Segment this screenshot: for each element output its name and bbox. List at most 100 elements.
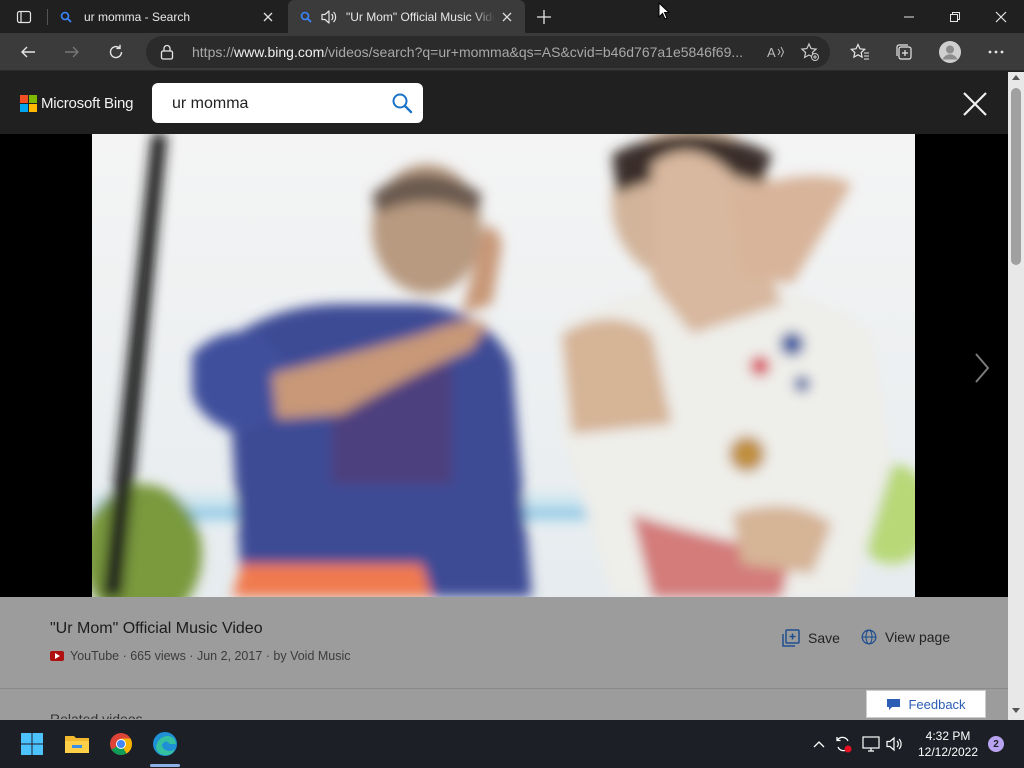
tab-close-icon[interactable] <box>256 5 280 29</box>
bing-header: Microsoft Bing ur momma <box>0 72 1008 134</box>
logo-square <box>29 104 37 112</box>
feedback-button[interactable]: Feedback <box>866 690 986 718</box>
video-channel: by Void Music <box>273 649 351 663</box>
notification-badge[interactable]: 2 <box>988 736 1004 752</box>
mouse-cursor-icon <box>658 2 670 20</box>
tab-title: "Ur Mom" Official Music Video <box>346 9 495 24</box>
tab-close-icon[interactable] <box>495 5 519 29</box>
clock-time: 4:32 PM <box>925 729 971 743</box>
scroll-up-arrow-icon[interactable] <box>1012 75 1020 80</box>
active-app-indicator <box>150 764 180 767</box>
edge-button[interactable] <box>149 728 181 760</box>
svg-text:A: A <box>767 45 776 60</box>
new-tab-button[interactable] <box>528 0 560 33</box>
display-network-button[interactable] <box>861 734 881 754</box>
tab-music-video[interactable]: "Ur Mom" Official Music Video <box>288 0 525 33</box>
video-info-panel: "Ur Mom" Official Music Video YouTube · … <box>0 597 1008 721</box>
tab-strip: ur momma - Search "Ur Mom" Official Musi… <box>0 0 1024 33</box>
next-video-chevron-icon[interactable] <box>970 350 994 386</box>
feedback-label: Feedback <box>908 696 966 712</box>
ellipsis-icon <box>988 50 1004 54</box>
volume-icon <box>886 736 902 752</box>
tab-title: ur momma - Search <box>84 9 191 24</box>
view-page-label: View page <box>885 629 951 645</box>
save-button[interactable]: Save <box>782 629 840 647</box>
meta-separator: · <box>185 649 197 663</box>
video-frame-image <box>92 134 915 597</box>
add-favorite-button[interactable] <box>798 40 822 64</box>
page-scrollbar[interactable] <box>1008 72 1024 720</box>
bing-logo-text: Microsoft Bing <box>41 95 134 112</box>
chrome-button[interactable] <box>105 728 137 760</box>
video-stage <box>0 134 1008 597</box>
chrome-icon <box>110 733 132 755</box>
bing-search-favicon-icon <box>298 9 314 25</box>
video-metadata: YouTube · 665 views · Jun 2, 2017 · by V… <box>50 649 351 663</box>
search-icon[interactable] <box>391 92 413 114</box>
video-date: Jun 2, 2017 <box>196 649 263 663</box>
logo-square <box>29 95 37 103</box>
tab-actions-menu-button[interactable] <box>8 0 40 33</box>
file-explorer-button[interactable] <box>61 728 93 760</box>
search-box[interactable]: ur momma <box>152 83 423 123</box>
forward-button[interactable] <box>56 36 88 68</box>
read-aloud-button[interactable]: A <box>764 40 788 64</box>
window-minimize-button[interactable] <box>886 0 932 33</box>
refresh-button[interactable] <box>100 36 132 68</box>
avatar-icon <box>939 41 961 63</box>
favorites-button[interactable] <box>844 36 876 68</box>
plus-icon <box>537 9 551 24</box>
view-page-button[interactable]: View page <box>861 629 950 645</box>
video-player[interactable] <box>92 134 915 597</box>
logo-square <box>20 95 28 103</box>
tab-search[interactable]: ur momma - Search <box>48 0 286 33</box>
logo-square <box>20 104 28 112</box>
window-restore-button[interactable] <box>932 0 978 33</box>
save-collection-icon <box>782 629 800 647</box>
youtube-icon <box>50 651 64 661</box>
bing-search-favicon-icon <box>58 9 74 25</box>
close-icon <box>995 11 1007 22</box>
windows-start-icon <box>21 733 43 755</box>
collections-icon <box>896 44 912 60</box>
scrollbar-thumb[interactable] <box>1011 88 1021 265</box>
video-views: 665 views <box>130 649 186 663</box>
forward-arrow-icon <box>65 46 79 58</box>
windows-start-button[interactable] <box>16 728 48 760</box>
settings-more-button[interactable] <box>980 36 1012 68</box>
monitor-icon <box>862 736 880 752</box>
tab-actions-icon <box>16 10 32 23</box>
minimize-icon <box>904 16 914 17</box>
volume-button[interactable] <box>885 734 905 754</box>
video-title[interactable]: "Ur Mom" Official Music Video <box>50 620 263 638</box>
related-videos-heading: Related videos <box>50 711 143 719</box>
refresh-icon <box>109 44 123 59</box>
microsoft-logo-icon <box>20 95 37 112</box>
meta-separator: · <box>262 649 274 663</box>
globe-icon <box>861 629 877 645</box>
microsoft-bing-logo[interactable]: Microsoft Bing <box>20 95 133 112</box>
clock-date: 12/12/2022 <box>917 745 979 759</box>
address-toolbar: https://www.bing.com/videos/search?q=ur+… <box>0 33 1024 71</box>
sync-status-button[interactable] <box>833 734 853 754</box>
url-text: https://www.bing.com/videos/search?q=ur+… <box>192 44 744 60</box>
window-close-button[interactable] <box>978 0 1024 33</box>
restore-icon <box>950 11 960 22</box>
back-button[interactable] <box>12 36 44 68</box>
save-label: Save <box>808 630 840 646</box>
close-viewer-button[interactable] <box>962 91 988 117</box>
collections-button[interactable] <box>888 36 920 68</box>
system-clock[interactable]: 4:32 PM 12/12/2022 <box>912 728 984 760</box>
speaker-playing-icon[interactable] <box>320 9 338 25</box>
sync-icon <box>836 736 852 753</box>
search-input[interactable]: ur momma <box>172 95 248 113</box>
favorites-icon <box>850 43 869 60</box>
edge-icon <box>153 732 177 756</box>
star-add-icon <box>800 42 819 61</box>
profile-button[interactable] <box>934 36 966 68</box>
lock-icon[interactable] <box>160 44 176 60</box>
scroll-down-arrow-icon[interactable] <box>1012 708 1020 713</box>
address-bar[interactable]: https://www.bing.com/videos/search?q=ur+… <box>146 36 830 68</box>
show-hidden-icons-button[interactable] <box>809 734 829 754</box>
divider <box>0 688 1008 689</box>
